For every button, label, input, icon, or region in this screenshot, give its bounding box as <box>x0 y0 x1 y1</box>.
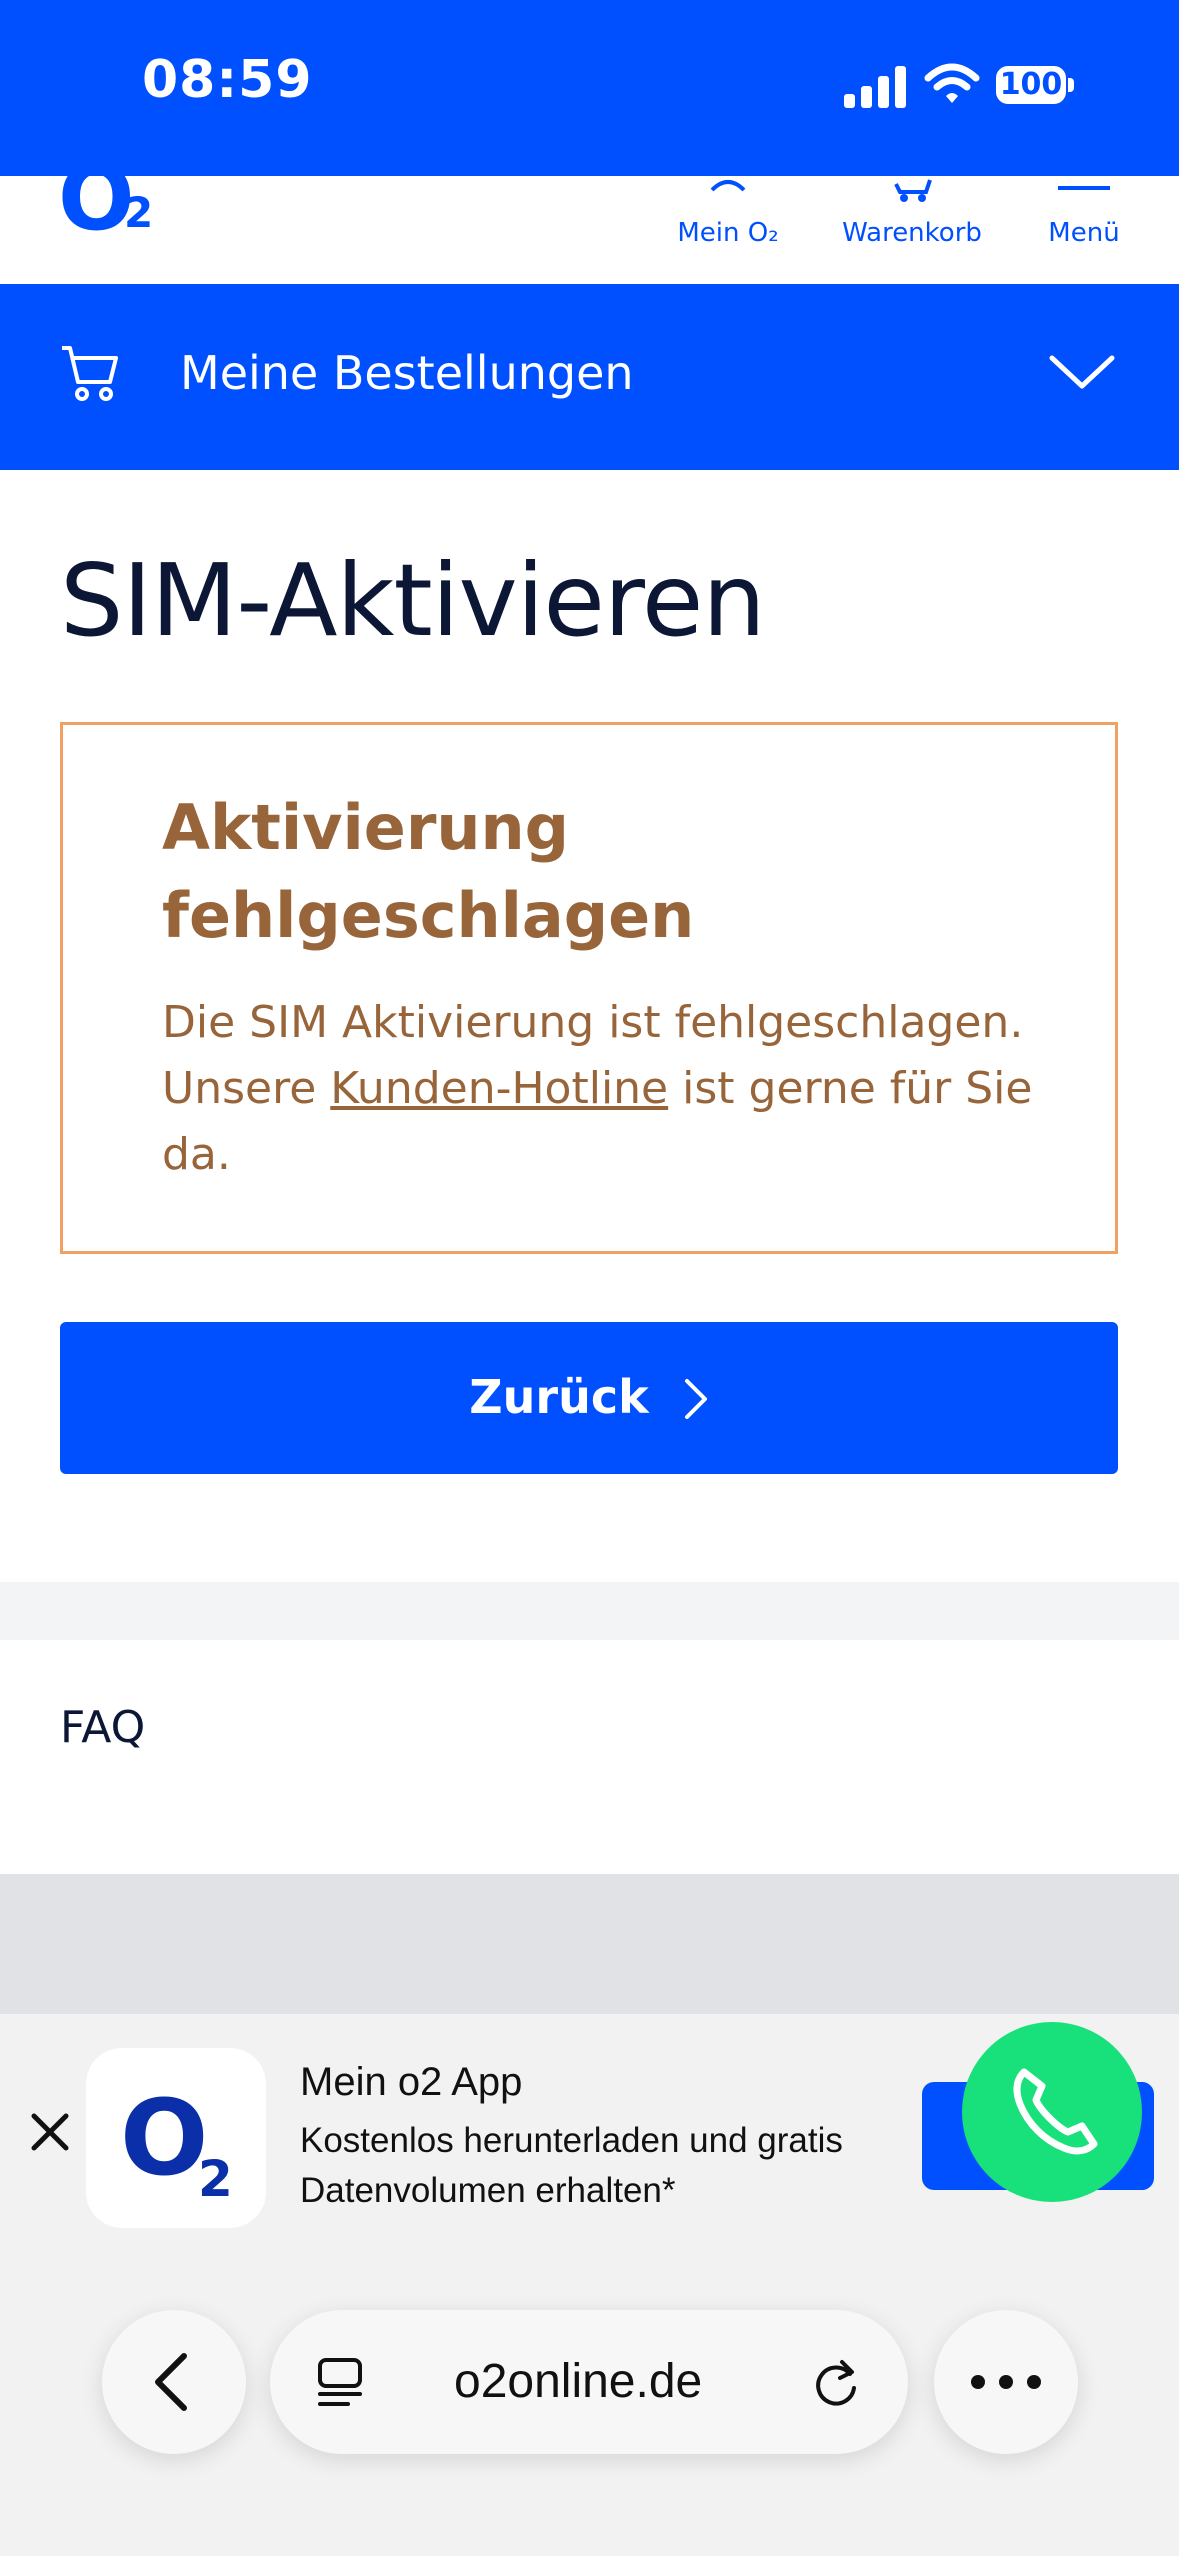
error-message: Die SIM Aktivierung ist fehlgeschlagen. … <box>162 990 1042 1188</box>
status-time: 08:59 <box>142 50 313 110</box>
page-title: SIM-Aktivieren <box>60 542 766 659</box>
browser-back-button[interactable] <box>102 2310 246 2454</box>
cart-icon <box>894 179 932 202</box>
orders-label: Meine Bestellungen <box>180 346 634 400</box>
reader-icon <box>318 2358 362 2406</box>
menu-icon <box>1058 186 1110 190</box>
more-icon <box>971 2375 1041 2389</box>
nav-mein-o2[interactable]: Mein O₂ <box>668 176 788 284</box>
chevron-down-icon[interactable] <box>1048 352 1116 392</box>
back-button-content: Zurück <box>60 1370 1118 1424</box>
chevron-left-icon <box>155 2353 187 2411</box>
signal-icon <box>844 66 906 108</box>
footer-background <box>0 1874 1179 2014</box>
nav-menu[interactable]: Menü <box>1038 176 1130 284</box>
phone-icon <box>1013 2068 1098 2155</box>
browser-more-button[interactable] <box>934 2310 1078 2454</box>
reload-icon[interactable] <box>808 2354 864 2410</box>
app-logo-subscript: 2 <box>198 2150 233 2208</box>
close-icon[interactable] <box>28 2110 72 2154</box>
back-button[interactable]: Zurück <box>60 1322 1118 1474</box>
faq-heading[interactable]: FAQ <box>60 1702 145 1753</box>
call-button[interactable] <box>962 2022 1142 2202</box>
cart-icon <box>62 346 118 401</box>
app-banner-subtitle: Kostenlos herunterladen und gratis Daten… <box>300 2121 843 2210</box>
section-divider <box>0 1582 1179 1640</box>
url-text: o2online.de <box>454 2355 703 2408</box>
nav-warenkorb[interactable]: Warenkorb <box>834 176 990 284</box>
wifi-icon <box>924 63 980 103</box>
user-icon <box>710 180 746 192</box>
app-banner-title: Mein o2 App <box>300 2060 523 2104</box>
o2-logo-subscript: 2 <box>124 188 154 237</box>
nav-menu-label: Menü <box>1048 218 1120 248</box>
chevron-right-icon <box>684 1379 707 1419</box>
battery-level: 100 <box>999 67 1063 102</box>
address-bar[interactable]: o2online.de <box>270 2310 908 2454</box>
site-header <box>0 176 1179 284</box>
nav-warenkorb-label: Warenkorb <box>842 218 982 248</box>
hotline-link[interactable]: Kunden-Hotline <box>330 1063 668 1114</box>
battery-icon: 100 <box>996 66 1078 108</box>
error-title: Aktivierung fehlgeschlagen <box>162 791 695 952</box>
app-logo: O 2 <box>86 2048 266 2228</box>
nav-mein-o2-label: Mein O₂ <box>677 218 779 248</box>
app-logo-letter: O <box>120 2077 209 2199</box>
back-button-label: Zurück <box>469 1370 649 1424</box>
